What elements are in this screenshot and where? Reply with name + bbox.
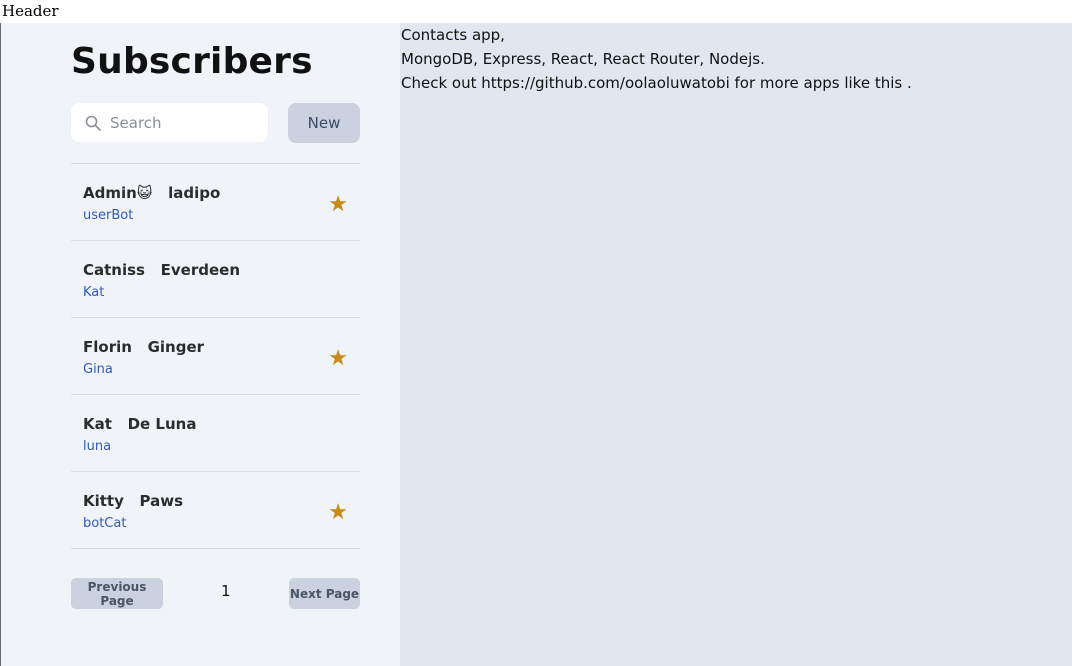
contact-item-florin-ginger[interactable]: Florin Ginger Gina ★ (71, 318, 360, 395)
contact-list: Admin😺 ladipo userBot ★ Catniss Everdeen… (71, 163, 360, 549)
contact-name: Florin Ginger (83, 338, 205, 356)
intro-line-2: MongoDB, Express, React, React Router, N… (401, 50, 765, 68)
star-icon[interactable]: ★ (328, 501, 348, 523)
next-page-button[interactable]: Next Page (289, 578, 360, 609)
contact-item-kat-de-luna[interactable]: Kat De Luna luna (71, 395, 360, 472)
contact-name: Admin😺 ladipo (83, 184, 221, 202)
intro-line-3: Check out https://github.com/oolaoluwato… (401, 74, 912, 92)
contact-name: Kat De Luna (83, 415, 197, 433)
previous-page-button[interactable]: Previous Page (71, 578, 163, 609)
contact-item-admin-ladipo[interactable]: Admin😺 ladipo userBot ★ (71, 164, 360, 241)
contact-handle: botCat (83, 516, 127, 531)
contact-name: Catniss Everdeen (83, 261, 241, 279)
intro-line-1: Contacts app, (401, 26, 505, 44)
page-title: Subscribers (71, 41, 313, 82)
contact-handle: luna (83, 439, 112, 454)
contact-name: Kitty Paws (83, 492, 184, 510)
page-number: 1 (221, 582, 231, 600)
search-input[interactable] (110, 111, 260, 135)
contact-item-kitty-paws[interactable]: Kitty Paws botCat ★ (71, 472, 360, 549)
intro-text: Contacts app, MongoDB, Express, React, R… (401, 23, 912, 95)
search-form (71, 103, 268, 142)
page-header: Header (0, 0, 1072, 23)
sidebar: Subscribers New Admin😺 ladipo userBot ★ … (1, 23, 400, 666)
contact-handle: Gina (83, 362, 113, 377)
star-icon[interactable]: ★ (328, 347, 348, 369)
contact-handle: userBot (83, 208, 134, 223)
new-contact-button[interactable]: New (288, 103, 360, 143)
star-icon[interactable]: ★ (328, 193, 348, 215)
search-icon (85, 115, 101, 131)
contact-item-catniss-everdeen[interactable]: Catniss Everdeen Kat (71, 241, 360, 318)
detail-panel: Contacts app, MongoDB, Express, React, R… (400, 23, 1072, 666)
contact-handle: Kat (83, 285, 105, 300)
